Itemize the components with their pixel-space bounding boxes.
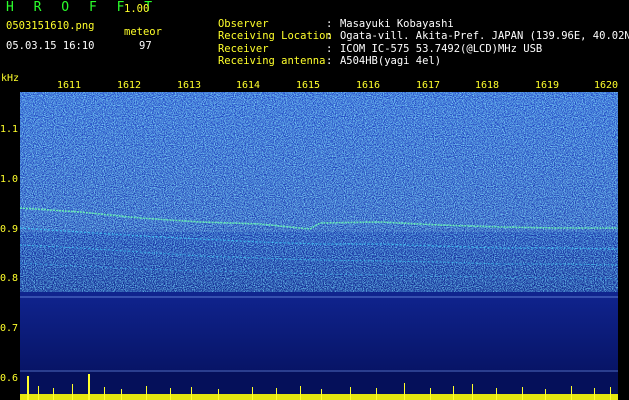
x-tick: 1618 (475, 80, 500, 91)
x-tick: 1619 (535, 80, 560, 91)
info-row-observer: Observer: Masayuki Kobayashi (180, 5, 629, 30)
app-version: 1.00 (124, 3, 150, 15)
spectrogram-image (20, 92, 618, 372)
x-tick: 1611 (57, 80, 82, 91)
x-tick: 1612 (117, 80, 142, 91)
x-tick: 1615 (296, 80, 321, 91)
info-label: Receiving Location (217, 30, 332, 42)
date-time: 05.03.15 16:10 (6, 40, 95, 52)
x-tick: 1617 (416, 80, 441, 91)
file-name: 0503151610.png (6, 20, 95, 32)
right-margin (618, 92, 629, 400)
info-label: Receiving antenna (217, 55, 326, 67)
info-value: A504HB(yagi 4el) (339, 55, 442, 67)
info-value: ICOM IC-575 53.7492(@LCD)MHz USB (339, 42, 543, 55)
x-tick: 1616 (356, 80, 381, 91)
x-tick: 1620 (594, 80, 619, 91)
noise-speckle-bright (20, 92, 618, 232)
info-separator: : (325, 55, 333, 67)
y-tick: 0.9 (0, 224, 19, 235)
y-axis-unit: kHz (1, 73, 20, 84)
y-tick: 0.7 (0, 323, 19, 334)
info-separator: : (325, 30, 333, 42)
spectrogram-window: H R O F F T 1.00 0503151610.png 05.03.15… (0, 0, 629, 400)
meteor-count: 97 (139, 40, 152, 52)
y-tick: 1.1 (0, 124, 19, 135)
meteor-echo-bars (20, 372, 618, 400)
info-separator: : (325, 17, 333, 30)
info-value: Ogata-vill. Akita-Pref. JAPAN (139.96E, … (339, 30, 629, 42)
info-label: Observer (217, 17, 269, 30)
x-tick: 1614 (236, 80, 261, 91)
info-label: Receiver (217, 42, 269, 55)
info-separator: : (325, 42, 333, 55)
y-tick: 0.6 (0, 373, 19, 384)
y-tick: 0.8 (0, 273, 19, 284)
info-value: Masayuki Kobayashi (339, 17, 454, 30)
meteor-label: meteor (124, 26, 162, 38)
y-tick: 1.0 (0, 174, 19, 185)
x-tick: 1613 (177, 80, 202, 91)
station-info: Observer: Masayuki Kobayashi Receiving Lo… (180, 5, 629, 68)
